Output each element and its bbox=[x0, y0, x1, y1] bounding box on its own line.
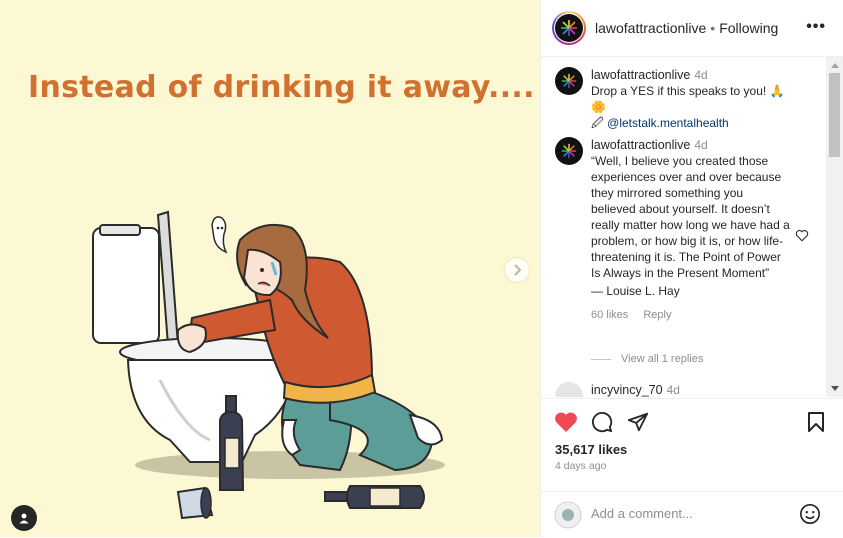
author-username-link[interactable]: lawofattractionlive bbox=[595, 20, 706, 36]
quote-attribution: — Louise L. Hay bbox=[591, 284, 680, 298]
comment-age[interactable]: 4d bbox=[694, 138, 707, 152]
tagged-users-button[interactable] bbox=[11, 505, 37, 531]
post-actions: 35,617 likes 4 days ago bbox=[541, 398, 843, 499]
comment-body: lawofattractionlive 4d “Well, I believe y… bbox=[591, 137, 791, 323]
scroll-down-arrow-icon[interactable] bbox=[831, 386, 839, 391]
comment-input[interactable] bbox=[591, 506, 781, 521]
view-replies-label: View all 1 replies bbox=[621, 353, 704, 365]
add-comment-bar bbox=[541, 491, 843, 538]
starburst-logo-icon bbox=[561, 143, 577, 159]
comment-meta: 60 likes Reply bbox=[591, 307, 791, 323]
separator-dot: • bbox=[710, 20, 716, 36]
share-icon[interactable] bbox=[627, 411, 649, 433]
post-sidebar: lawofattractionlive • Following ••• lawo… bbox=[540, 0, 843, 537]
author-avatar[interactable] bbox=[552, 11, 586, 45]
comment-text: Drop a YES if this speaks to you! 🙏🌼 bbox=[591, 84, 785, 114]
comment-likes-link[interactable]: 60 likes bbox=[591, 309, 628, 321]
post-media[interactable]: Instead of drinking it away.... bbox=[0, 0, 540, 537]
comments-list[interactable]: lawofattractionlive 4d Drop a YES if this… bbox=[541, 57, 831, 397]
user-icon bbox=[19, 513, 29, 524]
comment-body: lawofattractionlive 4d Drop a YES if this… bbox=[591, 67, 791, 131]
next-media-button[interactable] bbox=[505, 258, 529, 282]
mention-link[interactable]: @letstalk.mentalhealth bbox=[607, 116, 729, 130]
view-replies-button[interactable]: View all 1 replies bbox=[591, 353, 703, 365]
starburst-logo-icon bbox=[561, 20, 577, 36]
smile-icon[interactable] bbox=[799, 503, 821, 525]
comment-age[interactable]: 4d bbox=[667, 383, 680, 397]
comment-text: “Well, I believe you created those exper… bbox=[591, 154, 790, 280]
comment-username[interactable]: lawofattractionlive bbox=[591, 138, 690, 152]
post-timestamp[interactable]: 4 days ago bbox=[555, 460, 606, 472]
avatar-icon bbox=[554, 501, 582, 529]
comment-icon[interactable] bbox=[591, 411, 613, 433]
heart-filled-icon[interactable] bbox=[554, 411, 578, 433]
commenter-avatar[interactable] bbox=[555, 137, 583, 165]
post-caption-text: Instead of drinking it away.... bbox=[28, 70, 535, 105]
chevron-right-icon bbox=[514, 264, 522, 276]
scroll-thumb[interactable] bbox=[829, 73, 840, 157]
post-header: lawofattractionlive • Following ••• bbox=[541, 0, 843, 57]
commenter-avatar-small bbox=[554, 501, 582, 534]
starburst-logo-icon bbox=[561, 73, 577, 89]
scroll-up-arrow-icon[interactable] bbox=[831, 63, 839, 68]
comments-scrollbar[interactable] bbox=[826, 57, 843, 397]
comment-age[interactable]: 4d bbox=[694, 68, 707, 82]
divider-line bbox=[591, 358, 611, 360]
reply-button[interactable]: Reply bbox=[643, 309, 671, 321]
likes-count-link[interactable]: 35,617 likes bbox=[555, 442, 627, 457]
comment-username[interactable]: lawofattractionlive bbox=[591, 68, 690, 82]
following-button[interactable]: Following bbox=[719, 20, 778, 36]
heart-outline-icon[interactable] bbox=[795, 229, 809, 242]
comment-username[interactable]: incyvincy_70 bbox=[591, 383, 663, 397]
bookmark-icon[interactable] bbox=[807, 411, 825, 433]
pencil-icon: 🖉 bbox=[591, 116, 604, 130]
commenter-avatar[interactable] bbox=[555, 67, 583, 95]
commenter-avatar[interactable] bbox=[555, 382, 583, 397]
comment-body: incyvincy_70 4d bbox=[591, 382, 791, 397]
more-options-button[interactable]: ••• bbox=[806, 18, 826, 36]
